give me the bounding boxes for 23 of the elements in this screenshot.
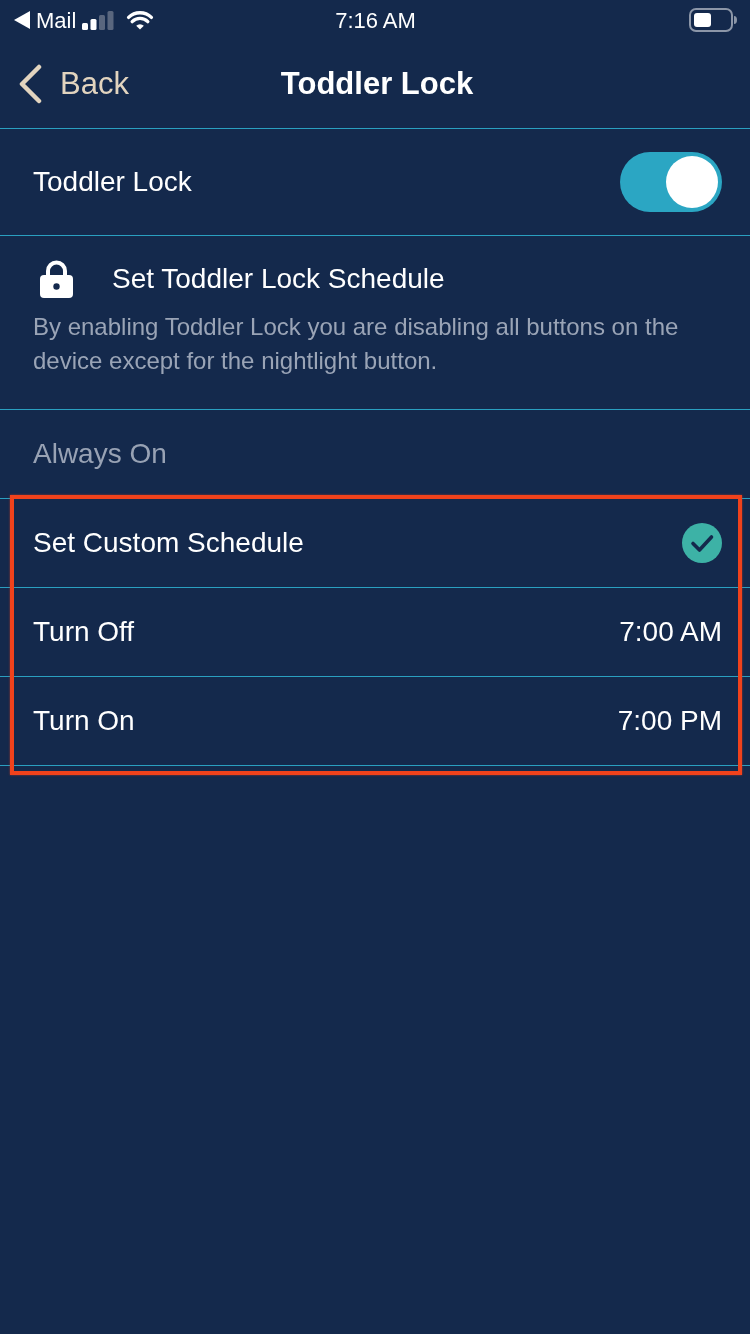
status-time: 7:16 AM [335,6,416,35]
back-button[interactable]: Back [18,60,129,108]
screen-title: Toddler Lock [280,65,474,103]
time-value: 7:00 PM [617,704,722,738]
schedule-option[interactable]: Always On [0,410,750,499]
schedule-description: By enabling Toddler Lock you are disabling all buttons on the device except for the nightlight button. [33,312,680,376]
status-back-link[interactable]: Mail [36,3,77,37]
schedule-title: Set Toddler Lock Schedule [112,262,445,296]
toggle-switch[interactable] [620,152,722,212]
wifi-icon [126,10,155,30]
time-label: Turn Off [33,615,135,649]
time-row[interactable]: Turn On 7:00 PM [0,677,750,766]
chevron-left-icon [18,64,42,104]
back-triangle-icon [14,11,30,29]
time-value: 7:00 AM [619,615,722,649]
schedule-option[interactable]: Set Custom Schedule [0,499,750,588]
time-row[interactable]: Turn Off 7:00 AM [0,588,750,677]
battery-icon [689,8,737,32]
toggle-label: Toddler Lock [33,165,192,199]
checkmark-icon [682,523,722,563]
signal-icon [82,10,115,30]
lock-icon [40,260,73,298]
time-label: Turn On [33,704,135,738]
